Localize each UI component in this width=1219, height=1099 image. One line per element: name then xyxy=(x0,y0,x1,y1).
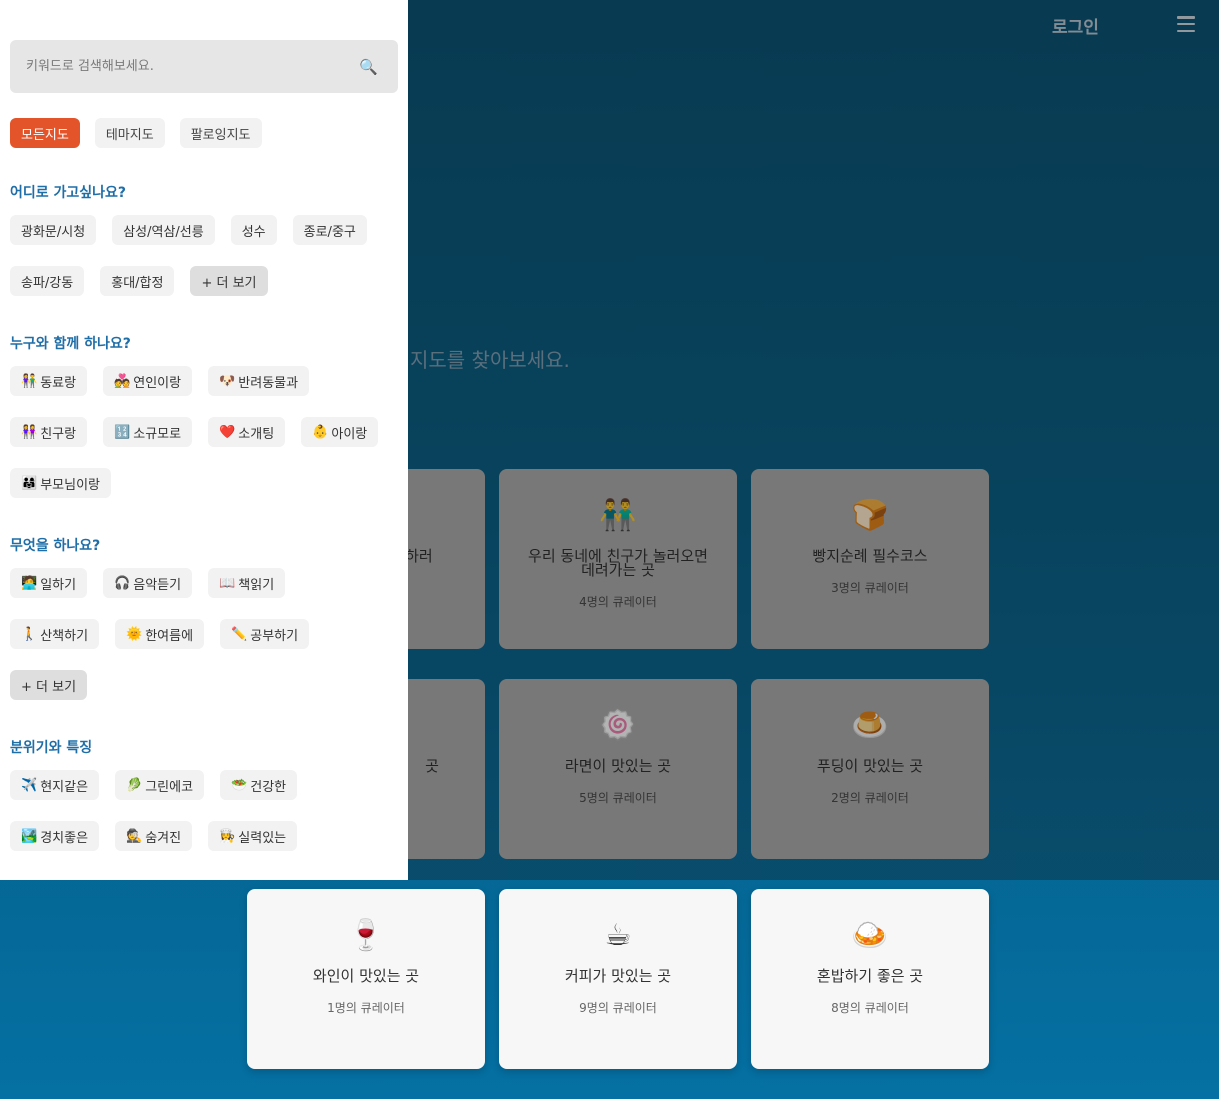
chip-mood[interactable]: 🥬 그린에코 xyxy=(115,770,205,800)
chip-label: 아이랑 xyxy=(331,426,368,442)
chef-icon: 👩‍🍳 xyxy=(219,828,236,844)
search-input[interactable] xyxy=(26,59,326,74)
family-icon: 👨‍👩‍👧 xyxy=(21,475,38,491)
section-title-what: 무엇을 하나요? xyxy=(10,538,101,554)
chip-label: 공부하기 xyxy=(250,628,299,644)
chip-location[interactable]: 홍대/합정 xyxy=(100,266,175,296)
chip-label: 친구랑 xyxy=(40,426,77,442)
chip-mood[interactable]: ✈️ 현지같은 xyxy=(10,770,100,800)
card-title: 혼밥하기 좋은 곳 xyxy=(816,967,924,985)
chip-companion[interactable]: 🐶 반려동물과 xyxy=(208,366,310,396)
chip-label: 한여름에 xyxy=(145,628,194,644)
map-card[interactable]: ☕ 커피가 맛있는 곳 9명의 큐레이터 xyxy=(499,889,737,1069)
chip-label: 연인이랑 xyxy=(133,375,182,391)
laptop-worker-icon: 🧑‍💻 xyxy=(21,575,38,591)
card-curator-count: 9명의 큐레이터 xyxy=(579,1001,657,1015)
friends-icon: 👭 xyxy=(21,424,38,440)
chip-label: 동료랑 xyxy=(40,375,77,391)
chip-label: 실력있는 xyxy=(238,830,287,846)
chip-label: 소규모로 xyxy=(133,426,182,442)
landscape-icon: 🏞️ xyxy=(21,828,38,844)
chip-group-where: 광화문/시청 삼성/역삼/선릉 성수 종로/중구 송파/강동 홍대/합정 + 더… xyxy=(10,215,400,317)
card-curator-count: 1명의 큐레이터 xyxy=(327,1001,405,1015)
chip-location[interactable]: 삼성/역삼/선릉 xyxy=(112,215,215,245)
chip-location[interactable]: 송파/강동 xyxy=(10,266,85,296)
chip-label: 일하기 xyxy=(40,577,77,593)
chip-activity[interactable]: 🎧 음악듣기 xyxy=(103,568,193,598)
curry-rice-icon: 🍛 xyxy=(851,918,889,953)
chip-companion[interactable]: ❤️ 소개팅 xyxy=(208,417,286,447)
heart-icon: ❤️ xyxy=(219,424,236,440)
coworkers-icon: 👫 xyxy=(21,373,38,389)
chip-companion[interactable]: 👭 친구랑 xyxy=(10,417,88,447)
chip-label: 산책하기 xyxy=(40,628,89,644)
tab-following-maps[interactable]: 팔로잉지도 xyxy=(179,118,262,148)
search-bar: 🔍 xyxy=(10,40,398,93)
airplane-icon: ✈️ xyxy=(21,777,38,793)
wine-glass-icon: 🍷 xyxy=(347,918,385,953)
section-title-mood: 분위기와 특징 xyxy=(10,740,93,756)
salad-icon: 🥗 xyxy=(231,777,248,793)
chip-group-what: 🧑‍💻 일하기 🎧 음악듣기 📖 책읽기 🚶 산책하기 🌞 한여름에 ✏️ 공부하기 + 더… xyxy=(10,568,400,721)
headphones-icon: 🎧 xyxy=(114,575,131,591)
section-title-where: 어디로 가고싶나요? xyxy=(10,185,127,201)
chip-label: 경치좋은 xyxy=(40,830,89,846)
show-more-button[interactable]: + 더 보기 xyxy=(10,670,88,700)
tab-theme-maps[interactable]: 테마지도 xyxy=(94,118,165,148)
section-title-who: 누구와 함께 하나요? xyxy=(10,336,131,352)
chip-mood[interactable]: 🕵️ 숨겨진 xyxy=(115,821,193,851)
chip-label: 숨겨진 xyxy=(145,830,182,846)
chip-label: 소개팅 xyxy=(238,426,275,442)
chip-activity[interactable]: 📖 책읽기 xyxy=(208,568,286,598)
chip-label: 책읽기 xyxy=(238,577,275,593)
filter-sidebar: 🔍 모든지도 테마지도 팔로잉지도 어디로 가고싶나요? 광화문/시청 삼성/역… xyxy=(0,0,408,880)
chip-companion[interactable]: 👫 동료랑 xyxy=(10,366,88,396)
chip-location[interactable]: 성수 xyxy=(230,215,277,245)
couple-icon: 💑 xyxy=(114,373,131,389)
card-title: 와인이 맛있는 곳 xyxy=(312,967,420,985)
walking-icon: 🚶 xyxy=(21,626,38,642)
sun-icon: 🌞 xyxy=(126,626,143,642)
book-icon: 📖 xyxy=(219,575,236,591)
chip-activity[interactable]: 🚶 산책하기 xyxy=(10,619,100,649)
map-type-tabs: 모든지도 테마지도 팔로잉지도 xyxy=(10,118,398,148)
baby-icon: 👶 xyxy=(312,424,329,440)
card-curator-count: 8명의 큐레이터 xyxy=(831,1001,909,1015)
search-icon[interactable]: 🔍 xyxy=(359,58,378,76)
chip-label: 건강한 xyxy=(250,779,287,795)
chip-group-who: 👫 동료랑 💑 연인이랑 🐶 반려동물과 👭 친구랑 🔢 소규모로 ❤️ 소개팅 👶 아이랑 … xyxy=(10,366,400,519)
dog-icon: 🐶 xyxy=(219,373,236,389)
detective-icon: 🕵️ xyxy=(126,828,143,844)
small-group-icon: 🔢 xyxy=(114,424,131,440)
chip-companion[interactable]: 💑 연인이랑 xyxy=(103,366,193,396)
chip-mood[interactable]: 🏞️ 경치좋은 xyxy=(10,821,100,851)
chip-label: 반려동물과 xyxy=(238,375,299,391)
map-card[interactable]: 🍛 혼밥하기 좋은 곳 8명의 큐레이터 xyxy=(751,889,989,1069)
chip-location[interactable]: 광화문/시청 xyxy=(10,215,97,245)
chip-companion[interactable]: 👨‍👩‍👧 부모님이랑 xyxy=(10,468,111,498)
map-card[interactable]: 🍷 와인이 맛있는 곳 1명의 큐레이터 xyxy=(247,889,485,1069)
tab-all-maps[interactable]: 모든지도 xyxy=(10,118,80,148)
chip-activity[interactable]: ✏️ 공부하기 xyxy=(220,619,310,649)
chip-activity[interactable]: 🧑‍💻 일하기 xyxy=(10,568,88,598)
chip-label: 음악듣기 xyxy=(133,577,182,593)
coffee-icon: ☕ xyxy=(604,918,632,953)
chip-mood[interactable]: 👩‍🍳 실력있는 xyxy=(208,821,298,851)
leaf-icon: 🥬 xyxy=(126,777,143,793)
chip-mood[interactable]: 🥗 건강한 xyxy=(220,770,298,800)
chip-label: 부모님이랑 xyxy=(40,477,100,493)
chip-group-mood: ✈️ 현지같은 🥬 그린에코 🥗 건강한 🏞️ 경치좋은 🕵️ 숨겨진 👩‍🍳 실력있는 xyxy=(10,770,400,872)
chip-location[interactable]: 종로/중구 xyxy=(292,215,367,245)
card-title: 커피가 맛있는 곳 xyxy=(564,967,672,985)
chip-companion[interactable]: 👶 아이랑 xyxy=(301,417,379,447)
chip-companion[interactable]: 🔢 소규모로 xyxy=(103,417,193,447)
chip-activity[interactable]: 🌞 한여름에 xyxy=(115,619,205,649)
show-more-button[interactable]: + 더 보기 xyxy=(190,266,268,296)
chip-label: 현지같은 xyxy=(40,779,89,795)
pencil-icon: ✏️ xyxy=(231,626,248,642)
chip-label: 그린에코 xyxy=(145,779,194,795)
